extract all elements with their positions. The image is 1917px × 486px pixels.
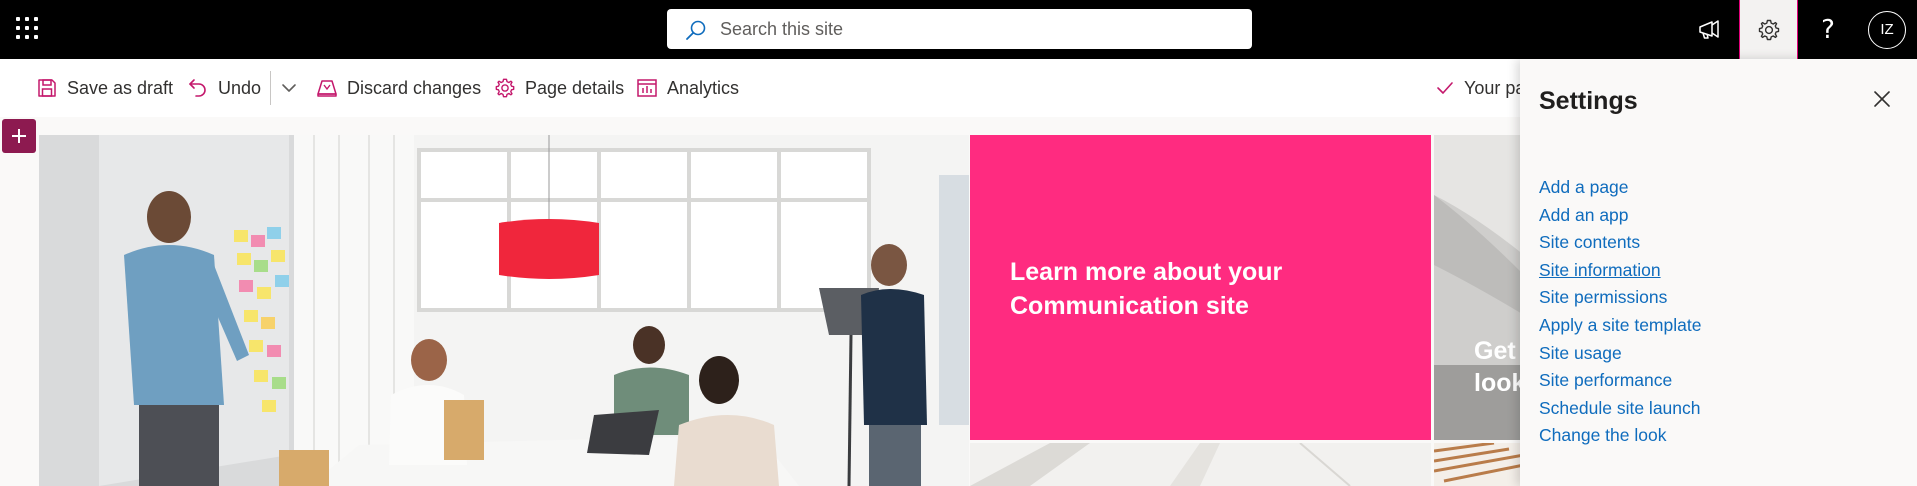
wood-slats-photo [1434, 443, 1524, 486]
save-as-draft-label: Save as draft [67, 77, 174, 98]
settings-link-apply-site-template[interactable]: Apply a site template [1539, 315, 1701, 335]
settings-button[interactable] [1739, 0, 1798, 59]
settings-link-add-an-app[interactable]: Add an app [1539, 205, 1629, 225]
hero-tile-right-title: Get look [1474, 337, 1524, 397]
feedback-button[interactable] [1681, 0, 1739, 59]
analytics-label: Analytics [667, 77, 740, 98]
search-input[interactable] [720, 9, 1220, 49]
search-box[interactable] [667, 9, 1252, 49]
avatar-initials: IZ [1880, 21, 1894, 38]
close-button[interactable] [1870, 87, 1894, 111]
ceiling-photo [970, 443, 1431, 486]
hero-tile-communication[interactable]: Learn more about your Communication site [970, 135, 1431, 440]
account-button[interactable]: IZ [1858, 0, 1916, 59]
analytics-icon [637, 79, 657, 97]
hero-tile-right[interactable]: Get look [1434, 135, 1524, 440]
page-status-text: Your pa [1464, 77, 1526, 98]
hero-tile-bottom[interactable] [970, 443, 1431, 486]
settings-link-site-information[interactable]: Site information [1539, 260, 1661, 280]
chevron-down-icon [282, 84, 296, 92]
settings-link-add-a-page[interactable]: Add a page [1539, 177, 1629, 197]
discard-icon [317, 80, 337, 97]
settings-link-site-performance[interactable]: Site performance [1539, 370, 1672, 390]
analytics-button[interactable]: Analytics [636, 73, 739, 103]
gear-icon [1758, 19, 1779, 40]
search-icon [686, 20, 706, 40]
gear-icon [495, 78, 515, 98]
app-launcher-icon[interactable] [14, 15, 42, 43]
discard-changes-button[interactable]: Discard changes [316, 73, 481, 103]
avatar: IZ [1868, 10, 1906, 49]
undo-label: Undo [218, 77, 262, 98]
checkmark-icon [1437, 82, 1453, 94]
save-icon [38, 79, 56, 97]
hero-tile-title: Learn more about your Communication site [1010, 258, 1283, 320]
undo-button[interactable]: Undo [187, 73, 261, 103]
settings-link-site-permissions[interactable]: Site permissions [1539, 287, 1667, 307]
settings-link-change-the-look[interactable]: Change the look [1539, 425, 1666, 445]
add-section-button[interactable] [2, 119, 36, 153]
close-icon [1874, 91, 1890, 107]
settings-title: Settings [1539, 87, 1638, 115]
hero-tile-bottom-right[interactable] [1434, 443, 1524, 486]
divider [270, 71, 271, 105]
settings-links: Add a page Add an app Site contents Site… [1539, 177, 1701, 453]
help-icon: ? [1821, 14, 1835, 45]
page-status: Your pa [1435, 73, 1525, 103]
settings-link-site-usage[interactable]: Site usage [1539, 343, 1622, 363]
suite-bar: ? IZ [0, 0, 1917, 59]
megaphone-icon [1699, 19, 1719, 39]
page-details-button[interactable]: Page details [494, 73, 624, 103]
plus-icon [12, 129, 26, 143]
discard-changes-label: Discard changes [347, 77, 482, 98]
undo-icon [189, 79, 206, 97]
undo-dropdown-button[interactable] [280, 73, 307, 103]
office-meeting-photo [39, 135, 969, 486]
hero-image[interactable] [39, 135, 969, 486]
save-as-draft-button[interactable]: Save as draft [36, 73, 173, 103]
help-button[interactable]: ? [1799, 0, 1857, 59]
page-details-label: Page details [525, 77, 625, 98]
settings-link-site-contents[interactable]: Site contents [1539, 232, 1640, 252]
settings-link-schedule-site-launch[interactable]: Schedule site launch [1539, 398, 1701, 418]
command-bar: Save as draft Undo Discard changes Page … [0, 59, 1525, 117]
settings-pane: Settings Add a page Add an app Site cont… [1520, 59, 1917, 486]
